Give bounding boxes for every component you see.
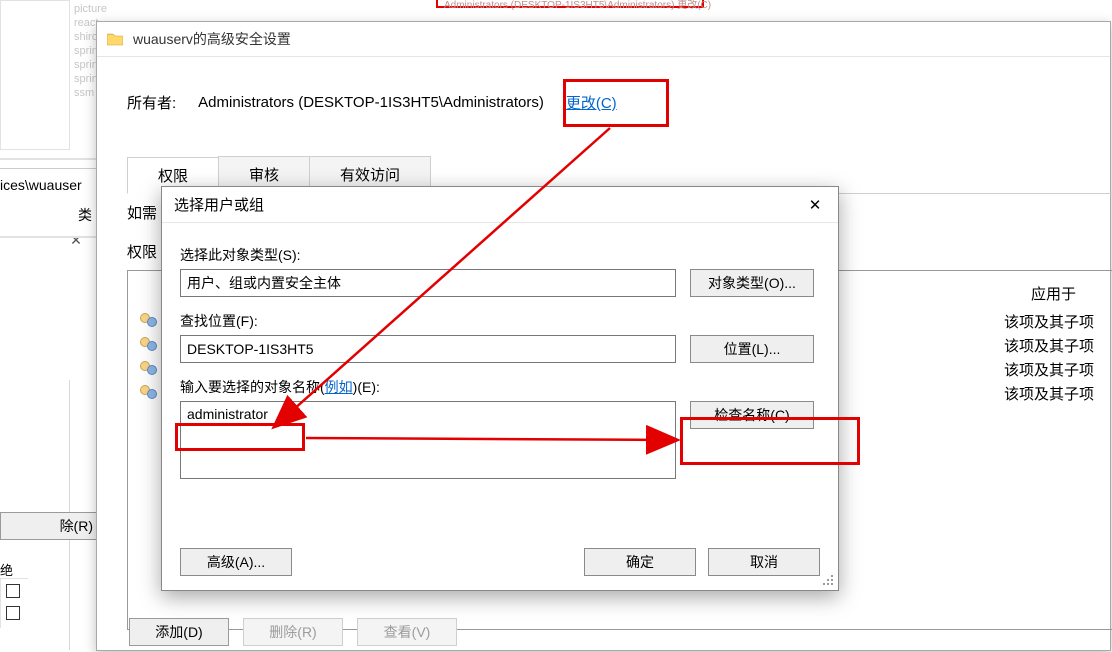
applies-value: 该项及其子项 (1004, 383, 1094, 404)
cancel-button-label: 取消 (750, 552, 778, 572)
check-names-button[interactable]: 检查名称(C) (690, 401, 814, 429)
bg-type-label: 类 (78, 205, 92, 225)
applies-value: 该项及其子项 (1004, 311, 1094, 332)
ok-button[interactable]: 确定 (584, 548, 696, 576)
location-value: DESKTOP-1IS3HT5 (187, 341, 314, 357)
object-name-input[interactable]: administrator (180, 401, 676, 479)
owner-label: 所有者: (127, 92, 176, 113)
window-titlebar: wuauserv的高级安全设置 (97, 22, 1110, 57)
owner-value: Administrators (DESKTOP-1IS3HT5\Administ… (198, 94, 544, 111)
bg-tree-item: sprin (74, 59, 98, 71)
location-field: DESKTOP-1IS3HT5 (180, 335, 676, 363)
check-names-button-label: 检查名称(C) (714, 405, 789, 425)
principal-icon (140, 361, 158, 377)
select-user-group-dialog: 选择用户或组 ✕ 选择此对象类型(S): 用户、组或内置安全主体 对象类型(O)… (161, 186, 839, 591)
change-owner-link[interactable]: 更改(C) (566, 92, 617, 113)
location-label: 查找位置(F): (180, 311, 820, 331)
resize-grip-icon[interactable] (821, 573, 835, 587)
object-type-value: 用户、组或内置安全主体 (187, 273, 341, 293)
close-icon[interactable]: ✕ (58, 225, 94, 255)
applies-value: 该项及其子项 (1004, 335, 1094, 356)
bg-tree-item: sprin (74, 45, 98, 57)
remove-button: 删除(R) (243, 618, 343, 646)
bg-path-fragment: ices\wuauser (0, 177, 82, 193)
bg-tree-item: picture (74, 3, 107, 15)
object-type-label: 选择此对象类型(S): (180, 245, 820, 265)
view-button-label: 查看(V) (384, 622, 431, 642)
bg-remove-button[interactable]: 除(R) (0, 512, 100, 540)
remove-button-label: 删除(R) (269, 622, 316, 642)
object-name-label: 输入要选择的对象名称(例如)(E): (180, 377, 820, 397)
advanced-button[interactable]: 高级(A)... (180, 548, 292, 576)
object-types-button[interactable]: 对象类型(O)... (690, 269, 814, 297)
bg-remove-label: 除(R) (60, 516, 93, 536)
examples-link[interactable]: 例如 (325, 379, 353, 395)
bg-owner-fragment: Administrators (DESKTOP-1IS3HT5\Administ… (444, 0, 711, 11)
add-button[interactable]: 添加(D) (129, 618, 229, 646)
folder-icon (107, 32, 123, 46)
object-name-label-pre: 输入要选择的对象名称( (180, 379, 325, 395)
object-name-value: administrator (187, 406, 268, 422)
principal-icon (140, 313, 158, 329)
add-button-label: 添加(D) (155, 622, 202, 642)
close-button[interactable]: ✕ (800, 193, 830, 217)
bg-tree-item: sprin (74, 73, 98, 85)
locations-button-label: 位置(L)... (724, 339, 781, 359)
dialog-titlebar: 选择用户或组 ✕ (162, 187, 838, 223)
bg-tree-item: ssm (74, 87, 94, 99)
object-type-field: 用户、组或内置安全主体 (180, 269, 676, 297)
advanced-button-label: 高级(A)... (207, 552, 265, 572)
principal-icon (140, 337, 158, 353)
locations-button[interactable]: 位置(L)... (690, 335, 814, 363)
bg-tree-item: shiro (74, 31, 98, 43)
applies-value: 该项及其子项 (1004, 359, 1094, 380)
object-name-label-post: )(E): (353, 379, 380, 395)
bg-deny-label: 绝 (0, 560, 13, 579)
bg-tree-item: react (74, 17, 98, 29)
dialog-title: 选择用户或组 (174, 194, 264, 215)
window-title: wuauserv的高级安全设置 (133, 29, 291, 49)
object-types-button-label: 对象类型(O)... (708, 273, 796, 293)
view-button: 查看(V) (357, 618, 457, 646)
column-applies-to: 应用于 (1031, 283, 1076, 304)
principal-icon (140, 385, 158, 401)
cancel-button[interactable]: 取消 (708, 548, 820, 576)
ok-button-label: 确定 (626, 552, 654, 572)
